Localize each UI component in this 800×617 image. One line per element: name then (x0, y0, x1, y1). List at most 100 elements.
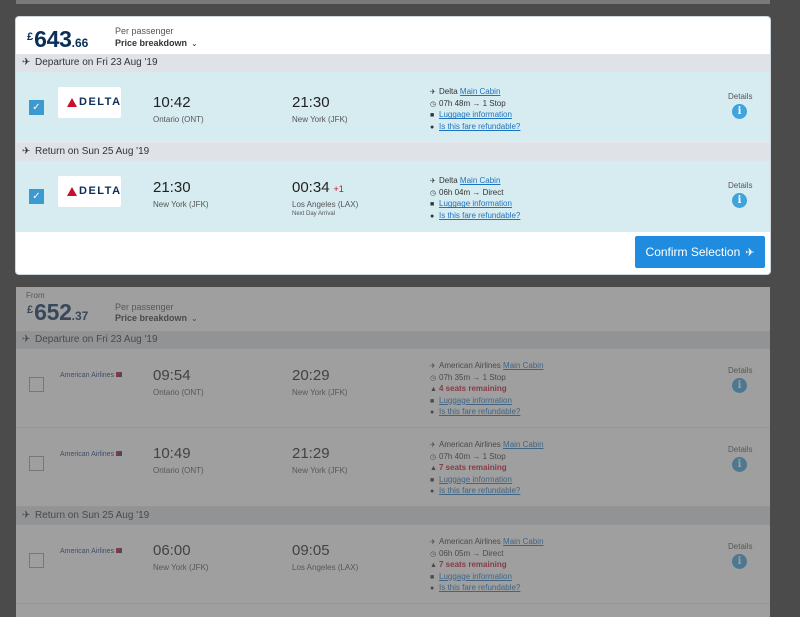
details-info-icon[interactable]: i (732, 104, 747, 119)
select-checkbox[interactable] (29, 456, 44, 471)
return-header: ✈ Return on Sun 25 Aug '19 (16, 507, 770, 525)
depart-place: New York (JFK) (153, 563, 209, 572)
select-checkbox[interactable]: ✓ (29, 100, 44, 115)
fare-option-selected: £643.66 Per passenger Price breakdown ⌄ ✈… (16, 17, 770, 274)
luggage-link[interactable]: Luggage information (439, 199, 512, 208)
info-small-icon: ● (430, 212, 435, 220)
depart-time: 21:30 (153, 179, 191, 196)
depart-time: 10:42 (153, 94, 191, 111)
warning-icon: ▲ (430, 465, 437, 473)
cabin-link[interactable]: Main Cabin (503, 537, 543, 546)
price-header: £643.66 Per passenger Price breakdown ⌄ (16, 17, 770, 54)
depart-time: 10:49 (153, 445, 191, 462)
clock-icon: ◷ (430, 189, 437, 197)
plus-day: +1 (333, 184, 344, 194)
luggage-icon: ■ (430, 476, 435, 484)
delta-logo-icon (67, 98, 77, 107)
warning-icon: ▲ (430, 386, 437, 394)
chevron-down-icon: ⌄ (191, 39, 198, 48)
plane-icon: ✈ (745, 247, 755, 259)
luggage-link[interactable]: Luggage information (439, 110, 512, 119)
flight-row: American Airlines 10:49 Ontario (ONT) 21… (16, 428, 770, 507)
info-small-icon: ● (430, 488, 435, 496)
refundable-link[interactable]: Is this fare refundable? (439, 583, 520, 592)
luggage-link[interactable]: Luggage information (439, 475, 512, 484)
refundable-link[interactable]: Is this fare refundable? (439, 211, 520, 220)
plane-icon: ✈ (430, 363, 436, 370)
airline-logo: American Airlines (60, 372, 123, 379)
plane-icon: ✈ (430, 89, 436, 96)
aa-flag-icon (116, 548, 123, 553)
flight-info: ✈ American Airlines Main Cabin ◷ 06h 05m →… (430, 537, 544, 595)
arrive-time: 21:30 (292, 94, 330, 111)
arrive-place: New York (JFK) (292, 115, 348, 124)
price-breakdown-toggle[interactable]: Price breakdown ⌄ (115, 38, 198, 48)
info-small-icon: ● (430, 585, 435, 593)
price-breakdown-toggle[interactable]: Price breakdown ⌄ (115, 313, 198, 323)
depart-place: Ontario (ONT) (153, 466, 204, 475)
cabin-link[interactable]: Main Cabin (460, 87, 500, 96)
luggage-link[interactable]: Luggage information (439, 572, 512, 581)
info-small-icon: ● (430, 123, 435, 131)
plane-icon: ✈ (430, 178, 436, 185)
clock-icon: ◷ (430, 100, 437, 108)
airline-logo: American Airlines (60, 548, 123, 555)
depart-place: Ontario (ONT) (153, 115, 204, 124)
details-info-icon[interactable]: i (732, 554, 747, 569)
plane-icon: ✈ (430, 442, 436, 449)
delta-logo-icon (67, 187, 77, 196)
luggage-icon: ■ (430, 397, 435, 405)
info-small-icon: ● (430, 409, 435, 417)
price: £643.66 (27, 26, 89, 52)
luggage-icon: ■ (430, 201, 435, 209)
arrive-place: New York (JFK) (292, 388, 348, 397)
departure-header: ✈ Departure on Fri 23 Aug '19 (16, 331, 770, 349)
select-checkbox[interactable] (29, 377, 44, 392)
select-checkbox[interactable]: ✓ (29, 189, 44, 204)
airline-logo: DELTA (58, 176, 121, 207)
clock-icon: ◷ (430, 453, 437, 461)
arrive-time: 20:29 (292, 367, 330, 384)
price: £652.37 (27, 299, 89, 325)
aa-flag-icon (116, 372, 123, 377)
luggage-icon: ■ (430, 573, 435, 581)
arrive-place: New York (JFK) (292, 466, 348, 475)
cabin-link[interactable]: Main Cabin (503, 361, 543, 370)
plane-icon: ✈ (430, 539, 436, 546)
cabin-link[interactable]: Main Cabin (460, 176, 500, 185)
plane-icon: ✈ (22, 510, 31, 521)
details-label: Details (728, 92, 753, 101)
flight-row-return: ✓ DELTA 21:30 New York (JFK) 00:34 +1 Los… (16, 161, 770, 232)
clock-icon: ◷ (430, 374, 437, 382)
details-info-icon[interactable]: i (732, 457, 747, 472)
confirm-selection-button[interactable]: Confirm Selection ✈ (635, 236, 765, 268)
flight-row: American Airlines 09:54 Ontario (ONT) 20… (16, 349, 770, 428)
luggage-link[interactable]: Luggage information (439, 396, 512, 405)
departure-header: ✈ Departure on Fri 23 Aug '19 (16, 54, 770, 72)
clock-icon: ◷ (430, 550, 437, 558)
next-day-note: Next Day Arrival (292, 211, 336, 217)
arrive-time: 09:05 (292, 542, 330, 559)
details-label: Details (728, 181, 753, 190)
depart-place: New York (JFK) (153, 200, 209, 209)
depart-time: 09:54 (153, 367, 191, 384)
arrive-place: Los Angeles (LAX) (292, 200, 359, 209)
details-info-icon[interactable]: i (732, 378, 747, 393)
seats-remaining: 7 seats remaining (439, 560, 507, 570)
arrive-place: Los Angeles (LAX) (292, 563, 359, 572)
select-checkbox[interactable] (29, 553, 44, 568)
flight-row-departure: ✓ DELTA 10:42 Ontario (ONT) 21:30 New Yo… (16, 72, 770, 143)
refundable-link[interactable]: Is this fare refundable? (439, 407, 520, 416)
cabin-link[interactable]: Main Cabin (503, 440, 543, 449)
warning-icon: ▲ (430, 562, 437, 570)
refundable-link[interactable]: Is this fare refundable? (439, 486, 520, 495)
plane-icon: ✈ (22, 146, 31, 157)
details-info-icon[interactable]: i (732, 193, 747, 208)
flight-info: ✈ Delta Main Cabin ◷ 06h 04m → Direct ■ Lug… (430, 176, 520, 222)
seats-remaining: 7 seats remaining (439, 463, 507, 473)
details-label: Details (728, 445, 753, 454)
flight-row: American Airlines 06:00 New York (JFK) 0… (16, 525, 770, 604)
refundable-link[interactable]: Is this fare refundable? (439, 122, 520, 131)
flight-info: ✈ American Airlines Main Cabin ◷ 07h 35m →… (430, 361, 544, 419)
